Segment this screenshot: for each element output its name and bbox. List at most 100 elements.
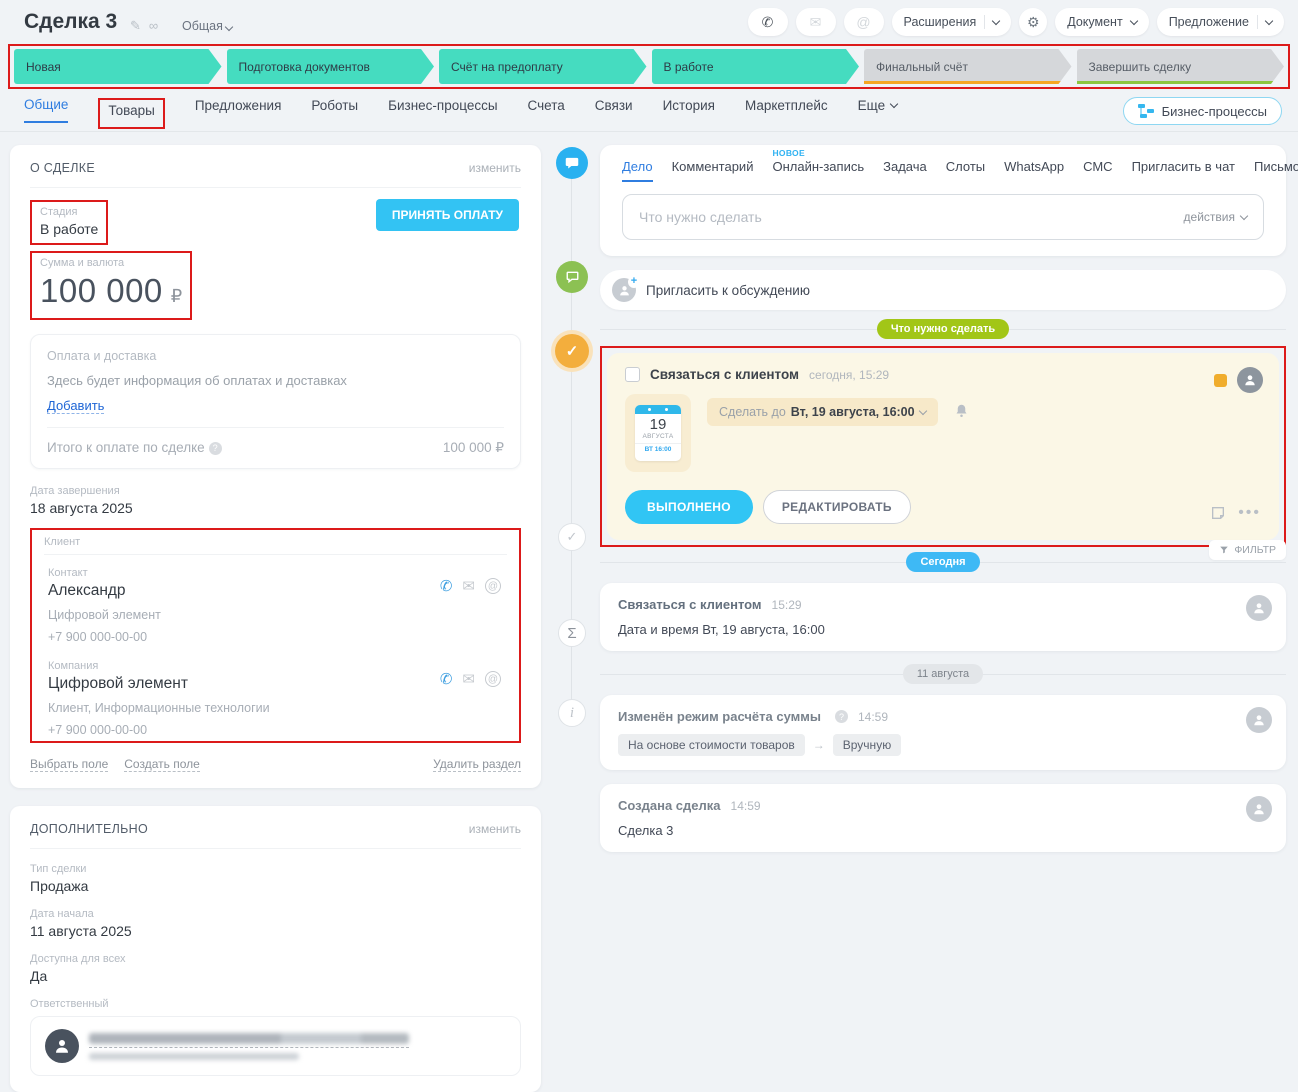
avatar[interactable]: [1246, 796, 1272, 822]
composer-tab-whatsapp[interactable]: WhatsApp: [1004, 159, 1064, 174]
company-name[interactable]: Цифровой элемент: [48, 675, 503, 693]
responsible-field[interactable]: [30, 1016, 521, 1076]
comment-rail-icon: [556, 261, 588, 293]
additional-edit-link[interactable]: изменить: [469, 822, 521, 836]
extensions-dropdown[interactable]: Расширения: [892, 8, 1012, 36]
at-company-icon[interactable]: @: [485, 671, 501, 687]
section-title-about: О СДЕЛКЕ: [30, 161, 95, 175]
tab-robots[interactable]: Роботы: [311, 98, 358, 122]
tab-quotes[interactable]: Предложения: [195, 98, 282, 122]
tab-marketplace[interactable]: Маркетплейс: [745, 98, 828, 122]
amount-label: Сумма и валюта: [40, 257, 182, 269]
tab-links[interactable]: Связи: [595, 98, 633, 122]
tab-history[interactable]: История: [663, 98, 715, 122]
entry-time: 14:59: [858, 710, 888, 724]
mail-contact-icon[interactable]: ✉: [462, 577, 475, 595]
composer-tab-invite-chat[interactable]: Пригласить в чат: [1132, 159, 1235, 174]
avatar[interactable]: [1246, 707, 1272, 733]
deadline-dropdown[interactable]: Сделать до Вт, 19 августа, 16:00: [707, 398, 938, 426]
edit-title-icon[interactable]: ✎: [130, 18, 141, 34]
select-field-link[interactable]: Выбрать поле: [30, 757, 108, 772]
invite-discussion-row[interactable]: + Пригласить к обсуждению: [600, 270, 1286, 310]
public-value[interactable]: Да: [30, 968, 521, 984]
at-contact-icon[interactable]: @: [485, 578, 501, 594]
note-icon[interactable]: [1210, 505, 1226, 521]
person-icon: [1243, 373, 1257, 387]
pipeline-stage-prepay[interactable]: Счёт на предоплату: [439, 49, 647, 84]
contact-company: Цифровой элемент: [48, 608, 503, 622]
task-edit-button[interactable]: РЕДАКТИРОВАТЬ: [763, 490, 911, 524]
about-edit-link[interactable]: изменить: [469, 161, 521, 175]
pipeline-stage-docs[interactable]: Подготовка документов: [227, 49, 435, 84]
deal-total-value: 100 000 ₽: [443, 440, 504, 456]
document-dropdown[interactable]: Документ: [1055, 8, 1148, 36]
tab-more[interactable]: Еще: [858, 98, 897, 122]
tab-general[interactable]: Общие: [24, 97, 68, 123]
divider: [0, 131, 1298, 132]
composer-actions-dropdown[interactable]: действия: [1184, 210, 1247, 224]
person-icon: [1252, 713, 1266, 727]
company-phone[interactable]: +7 900 000-00-00: [48, 723, 503, 737]
composer-input[interactable]: [639, 209, 1184, 225]
pipeline-stage-final-invoice[interactable]: Финальный счёт: [864, 49, 1072, 84]
close-date-label: Дата завершения: [30, 485, 521, 497]
chevron-down-icon: [890, 100, 898, 108]
pipeline-stage-new[interactable]: Новая: [14, 49, 222, 84]
help-icon[interactable]: ?: [835, 710, 848, 723]
composer-input-wrap: действия: [622, 194, 1264, 240]
filter-button[interactable]: ФИЛЬТР: [1209, 540, 1286, 560]
responsible-name-redacted: [89, 1033, 409, 1044]
pipeline-stage-bar: Новая Подготовка документов Счёт на пред…: [8, 44, 1290, 89]
amount-field[interactable]: Сумма и валюта 100 000 ₽: [30, 251, 192, 320]
mail-company-icon[interactable]: ✉: [462, 670, 475, 688]
proposal-dropdown[interactable]: Предложение: [1157, 8, 1284, 36]
tab-invoices[interactable]: Счета: [528, 98, 565, 122]
create-field-link[interactable]: Создать поле: [124, 757, 200, 772]
call-contact-icon[interactable]: ✆: [440, 577, 453, 595]
task-done-button[interactable]: ВЫПОЛНЕНО: [625, 490, 753, 524]
pipeline-stage-close[interactable]: Завершить сделку: [1077, 49, 1285, 84]
settings-button[interactable]: ⚙: [1019, 8, 1047, 36]
accept-payment-button[interactable]: ПРИНЯТЬ ОПЛАТУ: [376, 199, 519, 231]
tab-products[interactable]: Товары: [98, 98, 164, 129]
entry-title[interactable]: Связаться с клиентом: [618, 597, 762, 612]
stage-field[interactable]: Стадия В работе: [30, 200, 108, 245]
calendar-tile[interactable]: 19 АВГУСТА ВТ 16:00: [625, 394, 691, 472]
copy-link-icon[interactable]: ∞: [149, 18, 158, 34]
tab-bizproc[interactable]: Бизнес-процессы: [388, 98, 497, 122]
start-date-value[interactable]: 11 августа 2025: [30, 923, 521, 939]
mail-button[interactable]: ✉: [796, 8, 836, 36]
entry-title: Создана сделка: [618, 798, 721, 813]
composer-tab-letter[interactable]: Письмо: [1254, 159, 1298, 174]
amount-currency: ₽: [171, 286, 182, 307]
composer-tab-sms[interactable]: СМС: [1083, 159, 1112, 174]
deal-total-label: Итого к оплате по сделке?: [47, 440, 222, 456]
deal-type-value[interactable]: Продажа: [30, 878, 521, 894]
at-button[interactable]: @: [844, 8, 884, 36]
close-date-value[interactable]: 18 августа 2025: [30, 500, 521, 516]
call-company-icon[interactable]: ✆: [440, 670, 453, 688]
company-info: Клиент, Информационные технологии: [48, 701, 503, 715]
payment-add-link[interactable]: Добавить: [47, 398, 104, 414]
delete-section-link[interactable]: Удалить раздел: [433, 757, 521, 772]
bizproc-button[interactable]: Бизнес-процессы: [1123, 97, 1282, 125]
composer-tab-comment[interactable]: Комментарий: [672, 159, 754, 174]
task-title[interactable]: Связаться с клиентом: [650, 367, 799, 382]
composer-tab-slots[interactable]: Слоты: [946, 159, 985, 174]
bell-icon[interactable]: [954, 403, 969, 424]
calendar-day: 19: [635, 416, 681, 433]
pipeline-category-dropdown[interactable]: Общая: [182, 19, 232, 33]
more-options-icon[interactable]: •••: [1238, 504, 1261, 522]
help-icon[interactable]: ?: [209, 442, 222, 455]
contact-phone[interactable]: +7 900 000-00-00: [48, 630, 503, 644]
task-checkbox[interactable]: [625, 367, 640, 382]
composer-tab-task[interactable]: Задача: [883, 159, 927, 174]
avatar[interactable]: [1237, 367, 1263, 393]
composer-tab-booking[interactable]: НОВОЕОнлайн-запись: [772, 159, 864, 174]
phone-button[interactable]: ✆: [748, 8, 788, 36]
composer-tab-activity[interactable]: Дело: [622, 159, 653, 182]
avatar[interactable]: [1246, 595, 1272, 621]
pipeline-stage-inprogress[interactable]: В работе: [652, 49, 860, 84]
task-card: Связаться с клиентом сегодня, 15:29 19 А…: [607, 353, 1279, 540]
contact-name[interactable]: Александр: [48, 582, 503, 600]
